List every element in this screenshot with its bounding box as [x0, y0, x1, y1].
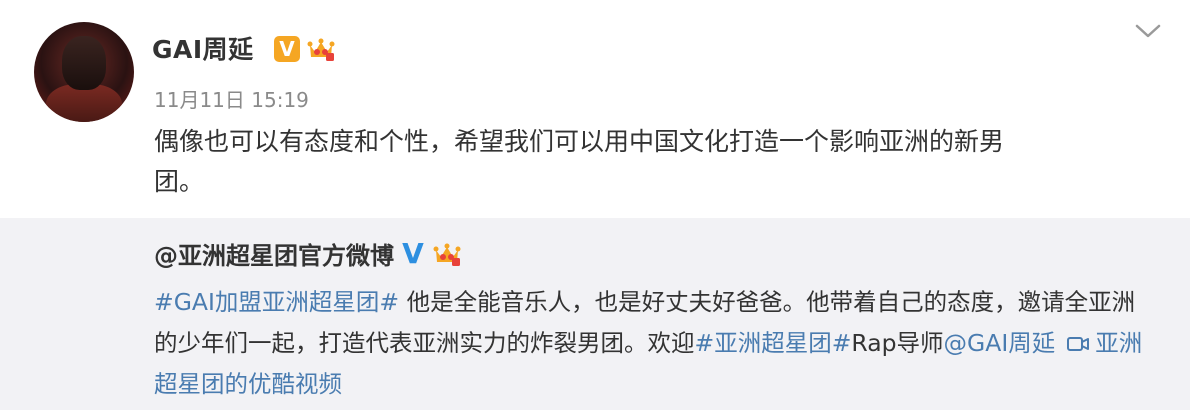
hashtag-link[interactable]: #GAI加盟亚洲超星团# — [154, 288, 399, 316]
repost-text-line: #GAI加盟亚洲超星团# 他是全能音乐人，也是好丈夫好爸爸。他带着自己的态度，邀… — [154, 282, 1154, 323]
mention-link[interactable]: @GAI周延 — [944, 329, 1056, 357]
avatar[interactable] — [34, 22, 134, 122]
repost-author-name[interactable]: @亚洲超星团官方微博 — [154, 236, 394, 271]
video-link[interactable]: 超星团的优酷视频 — [154, 370, 342, 398]
author-name[interactable]: GAI周延 — [152, 30, 254, 66]
post-text: 偶像也可以有态度和个性，希望我们可以用中国文化打造一个影响亚洲的新男 团。 — [154, 122, 1134, 202]
post-text-line: 团。 — [154, 167, 205, 196]
vip-crown-icon — [433, 243, 461, 266]
chevron-down-icon[interactable] — [1134, 20, 1162, 42]
repost-text-segment: 他是全能音乐人，也是好丈夫好爸爸。他带着自己的态度，邀请全亚洲 — [399, 288, 1136, 316]
post-text-line: 偶像也可以有态度和个性，希望我们可以用中国文化打造一个影响亚洲的新男 — [154, 127, 1005, 156]
repost-text-line: 的少年们一起，打造代表亚洲实力的炸裂男团。欢迎#亚洲超星团#Rap导师@GAI周… — [154, 323, 1154, 364]
repost-text: #GAI加盟亚洲超星团# 他是全能音乐人，也是好丈夫好爸爸。他带着自己的态度，邀… — [154, 282, 1154, 405]
repost-text-segment: Rap导师 — [851, 329, 944, 357]
repost-text-segment: 的少年们一起，打造代表亚洲实力的炸裂男团。欢迎 — [154, 329, 695, 357]
verified-badge-icon: V — [274, 36, 300, 62]
repost-text-line: 超星团的优酷视频 — [154, 364, 1154, 405]
video-camera-icon[interactable] — [1067, 336, 1090, 352]
hashtag-link[interactable]: #亚洲超星团# — [695, 329, 852, 357]
vip-crown-icon — [307, 38, 335, 61]
video-link[interactable]: 亚洲 — [1095, 329, 1142, 357]
avatar-face-shape — [62, 36, 106, 90]
weibo-post-card: GAI周延 V 11月11日 15:19 偶像也可以有态度和个性，希望我们可以用… — [0, 0, 1190, 410]
post-timestamp[interactable]: 11月11日 15:19 — [154, 84, 309, 113]
verified-badge-icon: V — [402, 236, 424, 270]
